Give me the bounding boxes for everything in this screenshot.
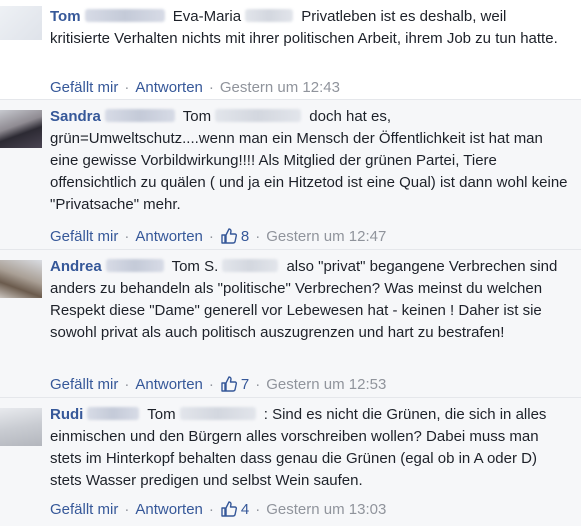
thumbs-up-icon bbox=[221, 228, 237, 244]
commenter-name[interactable]: Sandra bbox=[50, 108, 101, 125]
like-count[interactable]: 4 bbox=[220, 500, 249, 518]
separator: · bbox=[124, 227, 130, 245]
timestamp[interactable]: Gestern um 12:53 bbox=[266, 376, 386, 393]
like-button[interactable]: Gefällt mir bbox=[50, 501, 118, 518]
reply-button[interactable]: Antworten bbox=[135, 376, 203, 393]
separator: · bbox=[124, 500, 130, 518]
separator: · bbox=[124, 78, 130, 96]
mention[interactable]: Eva-Maria bbox=[173, 8, 241, 25]
comment-actions: Gefällt mir · Antworten · 8 · Gestern um… bbox=[50, 226, 386, 246]
avatar[interactable] bbox=[0, 408, 42, 446]
commenter-name[interactable]: Andrea bbox=[50, 258, 102, 275]
like-count[interactable]: 7 bbox=[220, 375, 249, 393]
like-button[interactable]: Gefällt mir bbox=[50, 376, 118, 393]
thumbs-up-icon bbox=[221, 501, 237, 517]
comment: Andrea Tom S. also "privat" begangene Ve… bbox=[0, 249, 581, 398]
comment-actions: Gefällt mir · Antworten · Gestern um 12:… bbox=[50, 77, 340, 97]
separator: · bbox=[255, 375, 261, 393]
separator: · bbox=[255, 227, 261, 245]
mention[interactable]: Tom bbox=[147, 406, 175, 423]
mention[interactable]: Tom bbox=[183, 108, 211, 125]
timestamp[interactable]: Gestern um 12:43 bbox=[220, 79, 340, 96]
like-button[interactable]: Gefällt mir bbox=[50, 79, 118, 96]
redacted-surname bbox=[245, 9, 294, 22]
avatar[interactable] bbox=[0, 6, 42, 40]
redacted-surname bbox=[84, 9, 165, 22]
comment-body: Rudi Tom : Sind es nicht die Grünen, die… bbox=[50, 404, 570, 492]
like-count[interactable]: 8 bbox=[220, 227, 249, 245]
avatar[interactable] bbox=[0, 260, 42, 298]
redacted-surname bbox=[222, 259, 279, 272]
comment-body: Andrea Tom S. also "privat" begangene Ve… bbox=[50, 256, 570, 344]
separator: · bbox=[124, 375, 130, 393]
separator: · bbox=[208, 375, 214, 393]
redacted-surname bbox=[179, 407, 256, 420]
comment-body: Tom Eva-Maria Privatleben ist es deshalb… bbox=[50, 6, 570, 50]
commenter-name[interactable]: Tom bbox=[50, 8, 81, 25]
comment-thread: Tom Eva-Maria Privatleben ist es deshalb… bbox=[0, 0, 581, 526]
comment-text: grün=Umweltschutz....wenn man ein Mensch… bbox=[50, 130, 568, 213]
like-count-value: 7 bbox=[240, 375, 250, 393]
like-count-value: 8 bbox=[240, 227, 250, 245]
comment-body: Sandra Tom doch hat es, grün=Umweltschut… bbox=[50, 106, 570, 216]
separator: · bbox=[208, 500, 214, 518]
timestamp[interactable]: Gestern um 13:03 bbox=[266, 501, 386, 518]
reply-button[interactable]: Antworten bbox=[135, 501, 203, 518]
comment-actions: Gefällt mir · Antworten · 7 · Gestern um… bbox=[50, 374, 386, 394]
redacted-surname bbox=[215, 109, 302, 122]
comment-text-line1: : Sind es nicht die Grünen, die sich in bbox=[263, 406, 512, 423]
mention[interactable]: Tom S. bbox=[172, 258, 219, 275]
comment-text-line1: also "privat" begangene Verbrechen bbox=[286, 258, 526, 275]
like-button[interactable]: Gefällt mir bbox=[50, 228, 118, 245]
commenter-name[interactable]: Rudi bbox=[50, 406, 83, 423]
comment: Rudi Tom : Sind es nicht die Grünen, die… bbox=[0, 397, 581, 526]
comment: Sandra Tom doch hat es, grün=Umweltschut… bbox=[0, 99, 581, 250]
redacted-surname bbox=[105, 259, 164, 272]
like-count-value: 4 bbox=[240, 500, 250, 518]
comment-actions: Gefällt mir · Antworten · 4 · Gestern um… bbox=[50, 499, 386, 519]
redacted-surname bbox=[104, 109, 175, 122]
comment: Tom Eva-Maria Privatleben ist es deshalb… bbox=[0, 0, 581, 99]
separator: · bbox=[255, 500, 261, 518]
redacted-surname bbox=[87, 407, 140, 420]
comment-text-line1: doch hat es, bbox=[309, 108, 392, 125]
reply-button[interactable]: Antworten bbox=[135, 228, 203, 245]
thumbs-up-icon bbox=[221, 376, 237, 392]
separator: · bbox=[208, 78, 214, 96]
reply-button[interactable]: Antworten bbox=[135, 79, 203, 96]
separator: · bbox=[208, 227, 214, 245]
avatar[interactable] bbox=[0, 110, 42, 148]
timestamp[interactable]: Gestern um 12:47 bbox=[266, 228, 386, 245]
